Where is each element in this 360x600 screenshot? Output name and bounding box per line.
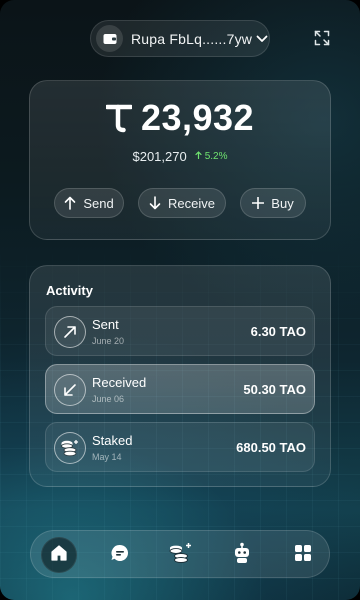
- home-icon: [50, 544, 68, 567]
- balance-card: 23,932 $201,270 5.2% Send Receive Buy: [29, 80, 331, 240]
- bot-icon: [233, 542, 251, 569]
- chat-icon: [110, 543, 130, 568]
- activity-item-received[interactable]: Received June 06 50.30 TAO: [45, 364, 315, 414]
- wallet-selector[interactable]: Rupa FbLq......7yw: [90, 20, 270, 57]
- activity-item-staked[interactable]: Staked May 14 680.50 TAO: [45, 422, 315, 472]
- send-button[interactable]: Send: [54, 188, 124, 218]
- activity-date: June 06: [92, 394, 125, 404]
- activity-amount: 680.50 TAO: [236, 440, 306, 455]
- send-label: Send: [83, 195, 114, 211]
- wallet-name: Rupa FbLq......7yw: [131, 30, 253, 47]
- price-change: 5.2%: [195, 151, 228, 162]
- coins-stack-icon: [54, 432, 86, 464]
- buy-label: Buy: [271, 195, 294, 211]
- balance-row: 23,932: [30, 97, 330, 139]
- activity-amount: 6.30 TAO: [250, 324, 306, 339]
- balance-amount: 23,932: [140, 97, 255, 138]
- wallet-screen: Rupa FbLq......7yw 23,932 $201,270 5.2% …: [0, 0, 360, 600]
- activity-date: May 14: [92, 452, 122, 462]
- apps-grid-icon: [294, 544, 312, 567]
- stake-icon: [169, 542, 193, 569]
- nav-home[interactable]: [41, 537, 77, 573]
- nav-stake[interactable]: [163, 537, 199, 573]
- chevron-down-icon: [256, 35, 268, 43]
- arrow-up-icon: [195, 151, 202, 162]
- bottom-nav: [30, 530, 330, 578]
- receive-label: Receive: [168, 195, 215, 211]
- nav-chat[interactable]: [102, 537, 138, 573]
- nav-bot[interactable]: [224, 537, 260, 573]
- expand-icon[interactable]: [313, 29, 331, 47]
- fiat-row: $201,270 5.2%: [30, 149, 330, 164]
- receive-button[interactable]: Receive: [138, 188, 226, 218]
- activity-date: June 20: [92, 336, 125, 346]
- arrow-down-left-icon: [54, 374, 86, 406]
- activity-type: Sent: [92, 317, 119, 332]
- arrow-up-icon: [64, 196, 76, 210]
- activity-type: Received: [92, 375, 147, 390]
- wallet-icon: [96, 25, 123, 52]
- action-buttons: Send Receive Buy: [54, 188, 306, 218]
- arrow-up-right-icon: [54, 316, 86, 348]
- price-change-value: 5.2%: [204, 151, 228, 162]
- activity-type: Staked: [92, 433, 133, 448]
- activity-amount: 50.30 TAO: [243, 382, 306, 397]
- arrow-down-icon: [149, 196, 161, 210]
- activity-title: Activity: [46, 283, 93, 298]
- nav-apps[interactable]: [285, 537, 321, 573]
- buy-button[interactable]: Buy: [240, 188, 306, 218]
- activity-item-sent[interactable]: Sent June 20 6.30 TAO: [45, 306, 315, 356]
- plus-icon: [252, 197, 265, 209]
- tao-symbol-icon: [105, 103, 132, 133]
- activity-card: Activity Sent June 20 6.30 TAO Received …: [29, 265, 331, 487]
- fiat-value: $201,270: [132, 149, 187, 164]
